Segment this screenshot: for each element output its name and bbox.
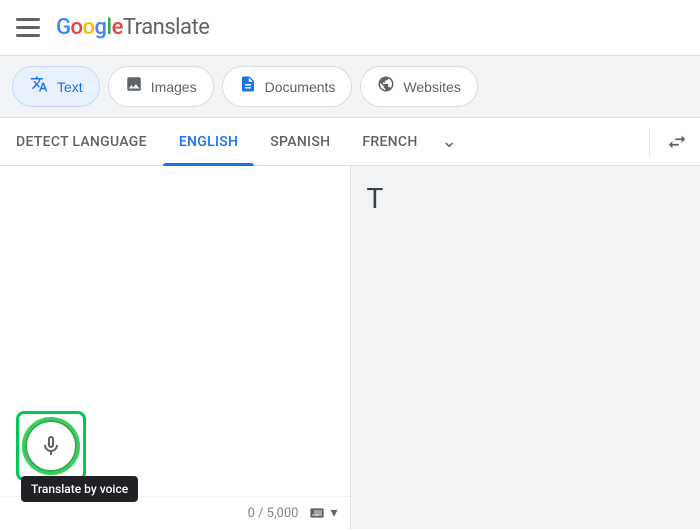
mode-tab-bar: Text Images Documents Websites [0, 56, 700, 118]
logo-translate-text: Translate [123, 15, 210, 40]
source-panel: Translate by voice 0 / 5,000 ▾ [0, 166, 351, 529]
translate-icon [29, 75, 49, 98]
target-panel: T [351, 166, 700, 529]
globe-icon [377, 75, 395, 98]
lang-english[interactable]: ENGLISH [163, 118, 254, 166]
char-count: 0 / 5,000 [248, 506, 299, 521]
voice-button-area: Translate by voice [16, 411, 86, 481]
tab-images-label: Images [151, 79, 197, 95]
app-header: Google Translate [0, 0, 700, 56]
menu-icon[interactable] [16, 16, 40, 40]
keyboard-icon [306, 505, 328, 521]
tab-images[interactable]: Images [108, 66, 214, 107]
mic-icon [39, 434, 63, 458]
translate-by-voice-button[interactable] [25, 420, 77, 472]
keyboard-dropdown-icon: ▾ [330, 505, 337, 521]
tab-text[interactable]: Text [12, 66, 100, 107]
lang-french[interactable]: FRENCH [346, 118, 433, 166]
swap-languages-button[interactable] [654, 131, 700, 153]
document-icon [239, 75, 257, 98]
main-area: Translate by voice 0 / 5,000 ▾ T [0, 166, 700, 529]
tab-documents[interactable]: Documents [222, 66, 353, 107]
image-icon [125, 75, 143, 98]
chevron-down-icon: ⌄ [442, 131, 457, 152]
app-logo: Google Translate [56, 15, 209, 40]
lang-spanish[interactable]: SPANISH [254, 118, 346, 166]
voice-tooltip: Translate by voice [21, 476, 138, 502]
tab-websites-label: Websites [403, 79, 460, 95]
voice-btn-wrapper: Translate by voice [25, 420, 77, 472]
keyboard-button[interactable]: ▾ [306, 505, 337, 521]
tab-websites[interactable]: Websites [360, 66, 477, 107]
lang-detect[interactable]: DETECT LANGUAGE [0, 118, 163, 166]
translated-text: T [351, 166, 700, 231]
lang-more-dropdown[interactable]: ⌄ [434, 131, 465, 152]
logo-google-text: Google [56, 15, 123, 40]
language-bar: DETECT LANGUAGE ENGLISH SPANISH FRENCH ⌄ [0, 118, 700, 166]
tab-text-label: Text [57, 79, 83, 95]
tab-documents-label: Documents [265, 79, 336, 95]
lang-divider [649, 128, 650, 156]
voice-highlight-box: Translate by voice [16, 411, 86, 481]
